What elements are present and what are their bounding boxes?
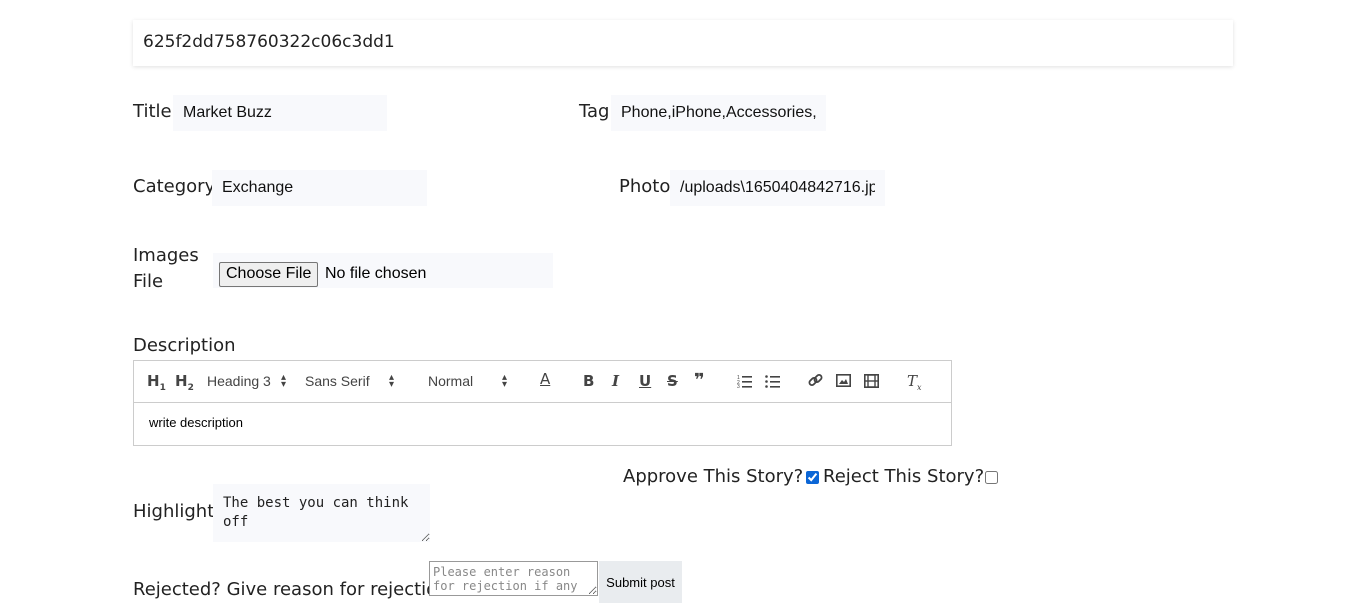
title-input[interactable]: [173, 95, 387, 131]
description-editor: H1 H2 Heading 3 ▴ ▾ Sans Serif ▴ ▾ Normal ▴ ▾ …: [133, 360, 952, 446]
category-label: Category: [133, 176, 216, 197]
tag-input[interactable]: [611, 95, 826, 131]
category-input[interactable]: [212, 170, 427, 206]
font-select-down-icon: ▾: [389, 379, 395, 390]
rejection-label: Rejected? Give reason for rejection: [133, 579, 449, 600]
highlight-label: Highlight: [133, 501, 215, 522]
approve-label: Approve This Story?: [623, 466, 804, 487]
images-label-line2: File: [133, 271, 164, 292]
photo-input[interactable]: [670, 170, 885, 206]
reject-label: Reject This Story?: [823, 466, 985, 487]
bold-icon[interactable]: B: [583, 372, 594, 390]
clean-format-icon[interactable]: Tx: [907, 372, 922, 392]
approve-checkbox[interactable]: [806, 471, 819, 484]
text-color-icon[interactable]: A: [540, 370, 550, 388]
header-select-arrows-down-icon: ▾: [281, 379, 287, 390]
file-status: No file chosen: [325, 265, 427, 282]
photo-label: Photo: [619, 176, 671, 197]
reject-checkbox[interactable]: [985, 471, 998, 484]
video-icon[interactable]: [864, 374, 879, 388]
svg-text:3: 3: [737, 384, 740, 388]
highlight-textarea[interactable]: The best you can think off: [213, 484, 430, 542]
font-select-value: Sans Serif: [305, 373, 370, 389]
strike-icon[interactable]: S: [667, 372, 678, 390]
title-label: Title: [133, 101, 172, 122]
rejection-reason-textarea[interactable]: [429, 561, 598, 596]
size-select-value: Normal: [428, 373, 474, 389]
blockquote-icon[interactable]: ❞: [694, 370, 705, 391]
header-select-value: Heading 3: [207, 373, 271, 389]
images-file-input: Choose File No file chosen: [213, 253, 553, 288]
image-icon[interactable]: [836, 374, 851, 387]
ordered-list-icon[interactable]: 123: [737, 374, 752, 388]
bullet-list-icon[interactable]: [765, 374, 780, 388]
size-select-down-icon: ▾: [502, 379, 508, 390]
header-select[interactable]: Heading 3 ▴ ▾: [207, 372, 286, 390]
header-1-icon[interactable]: H1: [147, 372, 166, 393]
submit-post-button[interactable]: Submit post: [599, 561, 682, 603]
editor-toolbar: H1 H2 Heading 3 ▴ ▾ Sans Serif ▴ ▾ Normal ▴ ▾ …: [134, 361, 951, 403]
post-id-display: 625f2dd758760322c06c3dd1: [133, 20, 1233, 66]
underline-icon[interactable]: U: [639, 372, 651, 390]
choose-file-button[interactable]: Choose File: [219, 262, 319, 287]
italic-icon[interactable]: I: [612, 372, 619, 390]
link-icon[interactable]: [808, 373, 823, 388]
size-select[interactable]: Normal ▴ ▾: [428, 372, 507, 390]
description-content[interactable]: write description: [149, 415, 243, 430]
images-label-line1: Images: [133, 245, 199, 266]
header-2-icon[interactable]: H2: [175, 372, 194, 393]
tag-label: Tag: [579, 101, 610, 122]
font-select[interactable]: Sans Serif ▴ ▾: [305, 372, 394, 390]
description-label: Description: [133, 335, 236, 356]
